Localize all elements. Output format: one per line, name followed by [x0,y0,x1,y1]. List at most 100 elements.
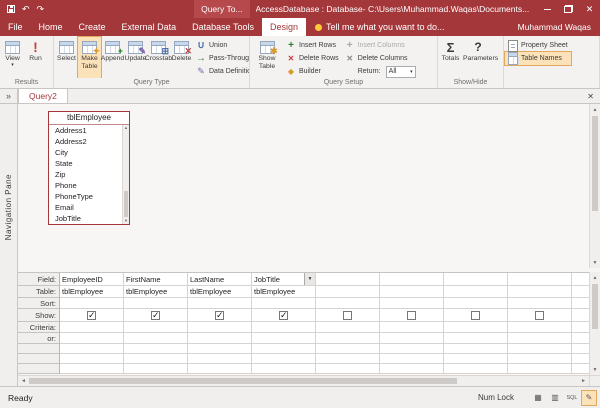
grid-cell-empty[interactable] [188,364,252,374]
ribbon-tab-file[interactable]: File [0,18,31,36]
grid-cell-empty[interactable] [124,364,188,374]
tell-me-box[interactable]: Tell me what you want to do... [306,18,454,36]
ribbon-tab-home[interactable]: Home [31,18,71,36]
grid-cell-sort-col2[interactable] [124,298,188,309]
document-close-icon[interactable]: ✕ [581,92,600,101]
run-button[interactable]: !Run [24,37,47,78]
grid-cell-show-col5[interactable] [316,309,380,322]
grid-cell-empty[interactable] [380,344,444,354]
insert-rows-button[interactable]: +Insert Rows [283,39,342,52]
delete-columns-button[interactable]: ✕Delete Columns [342,52,419,65]
grid-cell-table-col2[interactable]: tblEmployee [124,286,188,298]
grid-cell-empty[interactable] [444,344,508,354]
grid-cell-or-col5[interactable] [316,333,380,344]
top-pane-vertical-scrollbar[interactable]: ▲ ▼ [589,104,600,268]
delete-button[interactable]: ✕Delete [170,37,193,78]
grid-horizontal-scrollbar[interactable]: ◄ ► [18,375,589,386]
show-checkbox[interactable] [87,311,96,320]
grid-cell-empty[interactable] [60,354,124,364]
scroll-right-icon[interactable]: ► [578,376,589,386]
grid-cell-table-col3[interactable]: tblEmployee [188,286,252,298]
grid-cell-empty[interactable] [508,344,572,354]
update-button[interactable]: ✎Update [124,37,147,78]
grid-cell-show-col6[interactable] [380,309,444,322]
ribbon-tab-create[interactable]: Create [71,18,114,36]
navigation-pane-label[interactable]: Navigation Pane [4,174,13,240]
grid-cell-table-col4[interactable]: tblEmployee [252,286,316,298]
grid-cell-criteria-col2[interactable] [124,322,188,333]
delete-rows-button[interactable]: ✕Delete Rows [283,52,342,65]
grid-cell-sort-col3[interactable] [188,298,252,309]
grid-cell-or-col7[interactable] [444,333,508,344]
scrollbar-thumb[interactable] [124,191,128,217]
scroll-up-icon[interactable]: ▲ [593,272,598,283]
grid-cell-empty[interactable] [252,344,316,354]
field-list-item-address2[interactable]: Address2 [49,136,129,147]
scrollbar-track[interactable] [29,376,578,386]
grid-cell-table-col5[interactable] [316,286,380,298]
grid-cell-table-col8[interactable] [508,286,572,298]
grid-cell-sort-col7[interactable] [444,298,508,309]
show-table-button[interactable]: ✱Show Table [251,37,283,78]
ribbon-tab-external-data[interactable]: External Data [114,18,185,36]
grid-cell-criteria-col6[interactable] [380,322,444,333]
minimize-button[interactable] [537,0,558,18]
union-button[interactable]: ∪Union [193,39,249,52]
grid-cell-empty[interactable] [444,354,508,364]
field-list-item-jobtitle[interactable]: JobTitle [49,213,129,224]
grid-cell-sort-col1[interactable] [60,298,124,309]
grid-cell-show-col7[interactable] [444,309,508,322]
grid-cell-field-col7[interactable] [444,273,508,286]
close-button[interactable]: ✕ [579,0,600,18]
field-dropdown-icon[interactable]: ▼ [304,273,315,285]
show-checkbox[interactable] [535,311,544,320]
grid-cell-field-col8[interactable] [508,273,572,286]
field-list-item-city[interactable]: City [49,147,129,158]
pivot-view-button[interactable]: ▥ [547,390,563,406]
grid-cell-criteria-col3[interactable] [188,322,252,333]
grid-cell-empty[interactable] [188,354,252,364]
grid-cell-show-col2[interactable] [124,309,188,322]
grid-cell-empty[interactable] [380,364,444,374]
view-button[interactable]: View▾ [1,37,24,78]
undo-icon[interactable]: ↶ [22,5,30,14]
grid-cell-field-col1[interactable]: EmployeeID [60,273,124,286]
field-list-item-zip[interactable]: Zip [49,169,129,180]
grid-cell-criteria-col4[interactable] [252,322,316,333]
grid-cell-sort-col5[interactable] [316,298,380,309]
field-list-item-phonetype[interactable]: PhoneType [49,191,129,202]
show-checkbox[interactable] [407,311,416,320]
grid-cell-field-col2[interactable]: FirstName [124,273,188,286]
grid-cell-empty[interactable] [188,344,252,354]
ribbon-tab-database-tools[interactable]: Database Tools [184,18,262,36]
restore-button[interactable] [558,0,579,18]
append-button[interactable]: +Append [101,37,124,78]
grid-cell-sort-col4[interactable] [252,298,316,309]
show-checkbox[interactable] [215,311,224,320]
field-list-item-state[interactable]: State [49,158,129,169]
property-sheet-button[interactable]: Property Sheet [505,39,571,52]
save-icon[interactable] [7,5,15,13]
grid-cell-empty[interactable] [252,354,316,364]
grid-cell-empty[interactable] [380,354,444,364]
scroll-down-icon[interactable]: ▼ [124,218,128,224]
scrollbar-thumb[interactable] [29,378,457,384]
grid-cell-empty[interactable] [508,364,572,374]
datasheet-view-button[interactable]: ▦ [530,390,546,406]
grid-cell-table-col6[interactable] [380,286,444,298]
grid-cell-table-col1[interactable]: tblEmployee [60,286,124,298]
tab-query2[interactable]: Query2 [18,88,68,103]
parameters-button[interactable]: ?Parameters [462,37,494,78]
show-checkbox[interactable] [343,311,352,320]
field-list-item-phone[interactable]: Phone [49,180,129,191]
scroll-up-icon[interactable]: ▲ [593,104,598,115]
grid-cell-empty[interactable] [60,344,124,354]
grid-cell-field-col4[interactable]: JobTitle▼ [252,273,316,286]
grid-cell-or-col1[interactable] [60,333,124,344]
show-checkbox[interactable] [279,311,288,320]
grid-cell-or-col8[interactable] [508,333,572,344]
ribbon-tab-design[interactable]: Design [262,18,306,36]
grid-cell-empty[interactable] [508,354,572,364]
builder-button[interactable]: ◆Builder [283,65,342,78]
grid-cell-empty[interactable] [124,354,188,364]
